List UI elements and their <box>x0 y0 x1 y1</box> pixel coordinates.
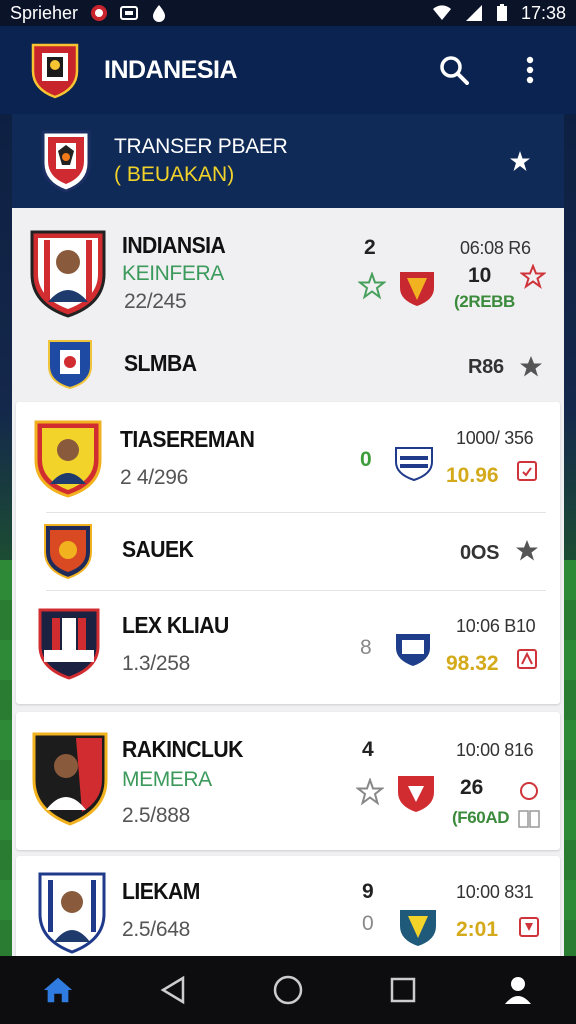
image-icon <box>120 6 139 20</box>
club-crest-icon <box>38 608 100 680</box>
drop-icon <box>153 5 166 22</box>
player-list: INDIANSIA KEINFERA 22/245 2 06:08 R6 10 … <box>12 208 564 956</box>
transfer-tag: (2REBB <box>454 292 515 311</box>
status-icon[interactable] <box>516 648 538 670</box>
signal-icon <box>465 5 482 21</box>
carrier-label: Sprieher <box>10 2 79 23</box>
club-crest-icon <box>400 910 436 946</box>
player-number: 4 <box>362 738 374 761</box>
club-fee: 0OS <box>460 542 500 564</box>
player-stats: 1.3/258 <box>122 652 190 675</box>
player-name: RAKINCLUK <box>122 736 243 762</box>
search-icon <box>440 56 469 85</box>
home-circle-button[interactable] <box>272 974 304 1006</box>
player-card[interactable]: TIASEREMAN 2 4/296 0 1000/ 356 10.96 SAU… <box>16 402 560 704</box>
transfer-value: 98.32 <box>446 652 499 675</box>
square-icon <box>390 977 416 1003</box>
transfer-subtitle: ( BEUAKAN) <box>114 163 235 186</box>
back-button[interactable] <box>157 974 189 1006</box>
player-number: 0 <box>360 448 372 471</box>
player-number: 9 <box>362 880 374 903</box>
player-role: MEMERA <box>122 768 212 791</box>
watch-star-icon[interactable] <box>356 778 384 806</box>
player-crest-icon <box>30 230 106 318</box>
player-stats: 22/245 <box>124 290 187 313</box>
clock: 17:38 <box>520 2 566 23</box>
divider <box>46 512 546 513</box>
transfer-header: TRANSER PBAER ( BEUAKAN) <box>12 114 564 208</box>
transfer-value: 26 <box>460 776 484 799</box>
club-logo-icon <box>31 43 79 99</box>
transfer-value: 10.96 <box>446 464 499 487</box>
transfer-title: TRANSER PBAER <box>114 134 288 158</box>
transfer-fee: 10:00 816 <box>456 740 534 760</box>
player-card[interactable]: RAKINCLUK MEMERA 2.5/888 4 10:00 816 26 … <box>16 712 560 850</box>
notification-badge-icon <box>91 5 108 21</box>
player-crest-icon <box>32 732 108 826</box>
player-secondary-number: 0 <box>362 912 374 935</box>
favorite-star-icon[interactable] <box>518 354 544 380</box>
status-icon[interactable] <box>518 916 540 938</box>
transfer-fee: 1000/ 356 <box>456 428 534 448</box>
transfer-fee: 10:06 B10 <box>456 616 536 636</box>
club-crest-icon <box>48 340 92 390</box>
favorite-button[interactable] <box>504 145 536 177</box>
person-icon <box>505 977 532 1004</box>
club-name: SAUEK <box>122 536 194 562</box>
club-crest-icon <box>396 634 430 666</box>
home-button[interactable] <box>42 974 74 1006</box>
club-crest-icon <box>44 524 92 580</box>
battery-icon <box>496 4 507 21</box>
player-stats: 2.5/888 <box>122 804 190 827</box>
calendar-icon[interactable] <box>516 460 538 482</box>
player-card[interactable]: LIEKAM 2.5/648 9 0 10:00 831 2:01 <box>16 856 560 956</box>
status-bar: Sprieher 17:38 <box>0 0 576 26</box>
club-crest-icon <box>398 776 434 812</box>
more-options-button[interactable] <box>514 54 546 86</box>
player-crest-icon <box>34 420 102 498</box>
player-stats: 2.5/648 <box>122 918 190 941</box>
search-button[interactable] <box>438 54 470 86</box>
player-number: 8 <box>360 636 372 659</box>
club-crest-icon <box>395 447 433 482</box>
player-card[interactable]: INDIANSIA KEINFERA 22/245 2 06:08 R6 10 … <box>16 208 560 400</box>
transfer-value: 10 <box>468 264 492 287</box>
player-name: LEX KLIAU <box>122 612 229 638</box>
club-crest-icon <box>400 272 434 306</box>
player-name: TIASEREMAN <box>120 426 255 452</box>
alert-circle-icon[interactable] <box>518 780 540 802</box>
player-crest-icon <box>38 872 106 954</box>
transfer-value: 2:01 <box>456 918 499 941</box>
rating-star-icon[interactable] <box>520 264 546 290</box>
club-name: SLMBA <box>124 350 197 376</box>
home-icon <box>43 977 72 1003</box>
divider <box>46 590 546 591</box>
player-role: KEINFERA <box>122 262 224 285</box>
player-stats: 2 4/296 <box>120 466 188 489</box>
player-name: LIEKAM <box>122 878 200 904</box>
bottom-navigation <box>0 956 576 1024</box>
profile-button[interactable] <box>502 974 534 1006</box>
transfer-fee: 10:00 831 <box>456 882 534 902</box>
circle-icon <box>273 975 303 1005</box>
transfer-tag: (F60AD <box>452 808 510 827</box>
transfer-fee: 06:08 R6 <box>460 238 531 258</box>
wifi-icon <box>432 5 451 20</box>
league-badge-icon <box>41 130 91 193</box>
star-icon <box>510 151 530 171</box>
more-vert-icon <box>526 56 534 84</box>
watch-star-icon[interactable] <box>358 272 386 300</box>
player-number: 2 <box>364 236 376 259</box>
back-triangle-icon <box>160 975 185 1005</box>
club-fee: R86 <box>468 356 504 378</box>
book-icon[interactable] <box>518 810 540 828</box>
player-name: INDIANSIA <box>122 232 226 258</box>
app-title: INDANESIA <box>104 55 238 84</box>
recents-button[interactable] <box>387 974 419 1006</box>
favorite-star-icon[interactable] <box>514 538 540 564</box>
app-bar: INDANESIA <box>0 26 576 114</box>
